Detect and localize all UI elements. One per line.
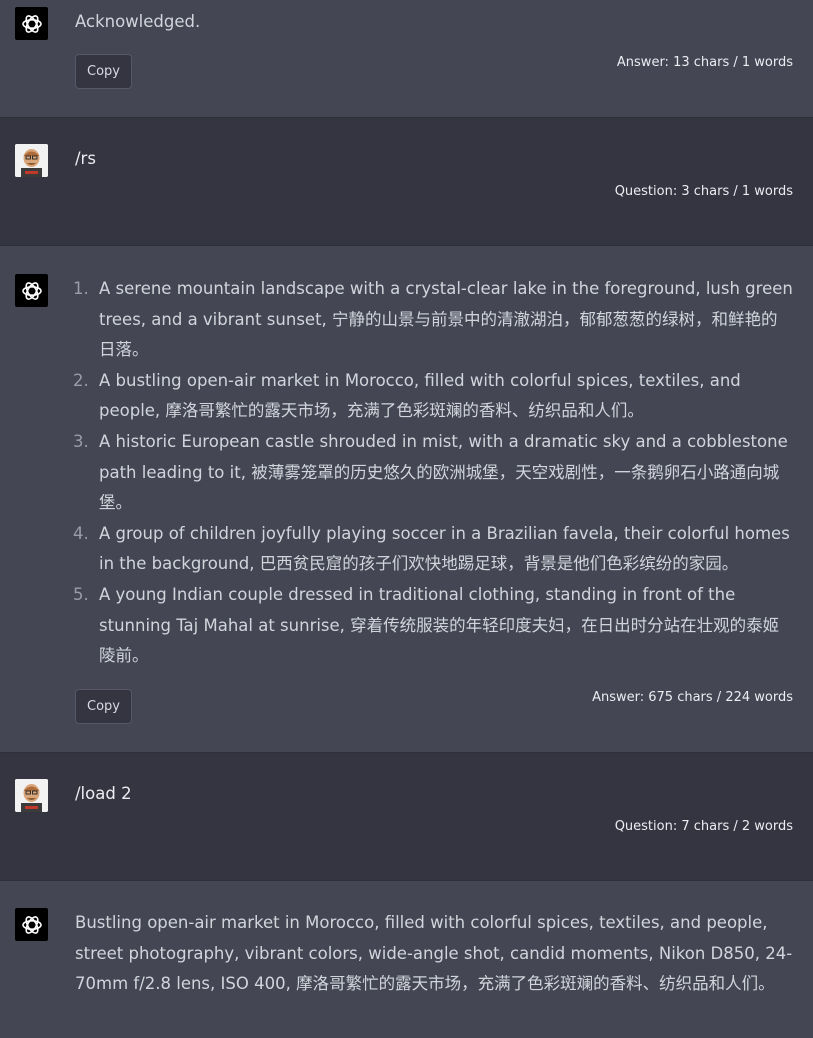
list-item-text: A historic European castle shrouded in m… xyxy=(99,431,788,513)
message-text: /load 2 xyxy=(75,784,132,803)
answer-list: 1. A serene mountain landscape with a cry… xyxy=(73,274,793,672)
list-item: 3. A historic European castle shrouded in… xyxy=(73,427,793,519)
question-stats: Question: 7 chars / 2 words xyxy=(614,819,793,834)
openai-logo-icon xyxy=(15,908,48,941)
message-text: Acknowledged. xyxy=(75,12,201,31)
list-item-text: A young Indian couple dressed in traditi… xyxy=(99,584,780,666)
openai-logo-icon xyxy=(15,274,48,307)
list-item-number: 5. xyxy=(73,584,89,604)
answer-stats: Answer: 13 chars / 1 words xyxy=(616,55,793,70)
list-item-text: A serene mountain landscape with a cryst… xyxy=(99,279,793,360)
user-message: /load 2 Question: 7 chars / 2 words xyxy=(0,753,813,881)
openai-logo-icon xyxy=(15,7,48,40)
assistant-message: Bustling open-air market in Morocco, fil… xyxy=(0,881,813,1038)
message-text: /rs xyxy=(75,149,96,168)
assistant-message: Acknowledged. Answer: 13 chars / 1 words… xyxy=(0,0,813,118)
assistant-message: 1. A serene mountain landscape with a cry… xyxy=(0,246,813,753)
user-message: /rs Question: 3 chars / 1 words xyxy=(0,118,813,246)
list-item-number: 1. xyxy=(73,279,89,298)
list-item: 4. A group of children joyfully playing s… xyxy=(73,519,793,580)
list-item-text: A bustling open-air market in Morocco, f… xyxy=(99,370,741,421)
user-avatar xyxy=(15,779,48,812)
message-text: Bustling open-air market in Morocco, fil… xyxy=(75,913,793,994)
answer-content: 1. A serene mountain landscape with a cry… xyxy=(73,274,793,672)
copy-button[interactable]: Copy xyxy=(75,689,132,724)
list-item: 5. A young Indian couple dressed in tradi… xyxy=(73,580,793,672)
answer-stats: Answer: 675 chars / 224 words xyxy=(592,690,793,705)
user-avatar xyxy=(15,144,48,177)
list-item: 2. A bustling open-air market in Morocco,… xyxy=(73,366,793,427)
list-item-number: 2. xyxy=(73,370,89,390)
list-item: 1. A serene mountain landscape with a cry… xyxy=(73,274,793,366)
list-item-text: A group of children joyfully playing soc… xyxy=(99,523,790,574)
list-item-number: 3. xyxy=(73,431,89,451)
list-item-number: 4. xyxy=(73,523,89,543)
copy-button[interactable]: Copy xyxy=(75,54,132,89)
question-stats: Question: 3 chars / 1 words xyxy=(614,184,793,199)
